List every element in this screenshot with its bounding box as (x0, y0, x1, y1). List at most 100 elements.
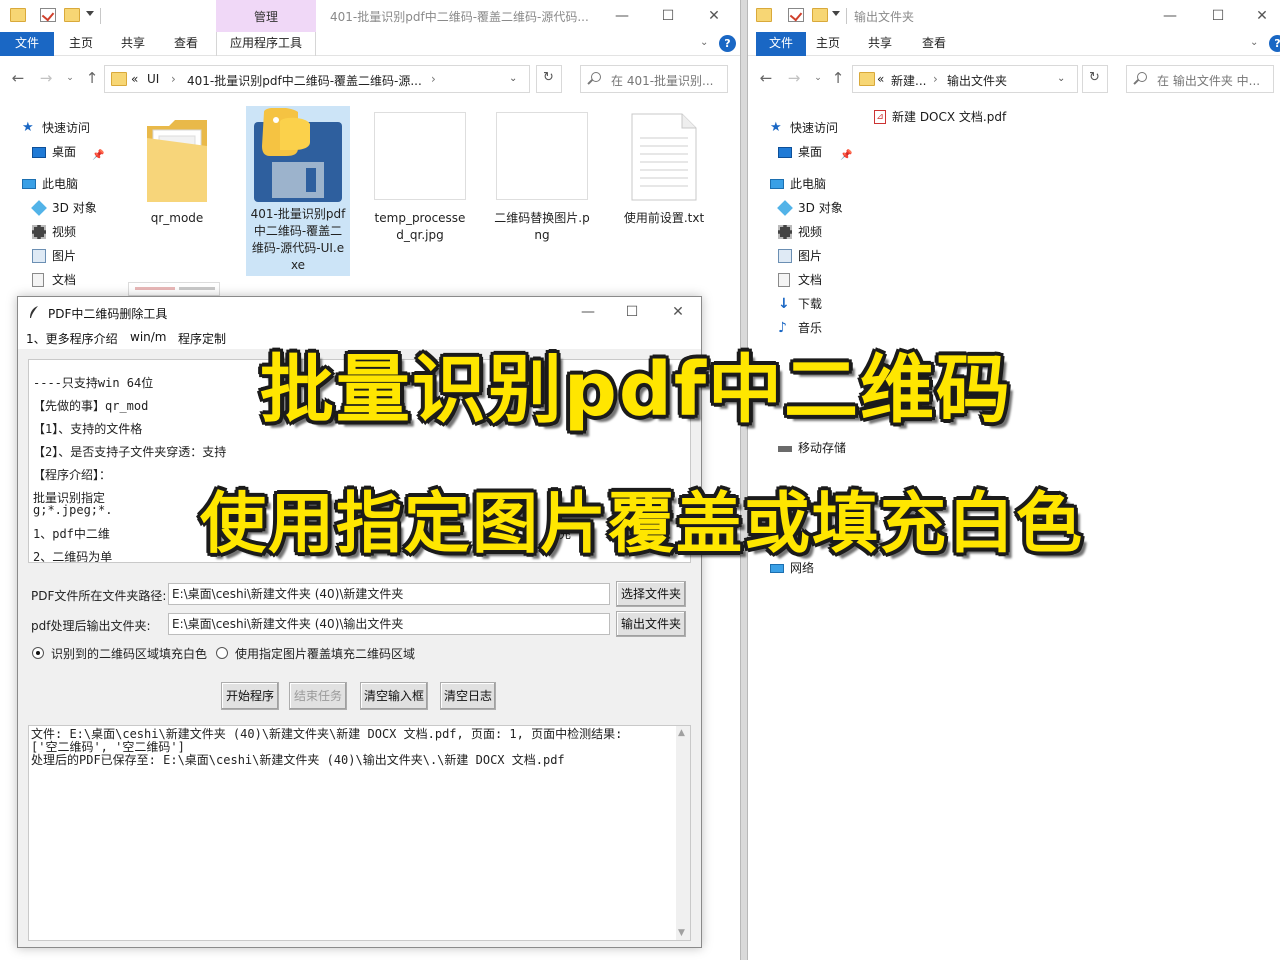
maximize-button[interactable]: ☐ (1208, 6, 1228, 26)
pin-icon[interactable]: 📌 (92, 146, 104, 166)
feather-icon (30, 306, 38, 318)
star-icon: ★ (770, 120, 782, 135)
breadcrumb-ui[interactable]: UI (147, 72, 159, 86)
tab-view[interactable]: 查看 (163, 32, 209, 56)
minimize-button[interactable]: — (578, 302, 598, 322)
scroll-down-icon[interactable]: ▼ (678, 928, 685, 938)
minimize-button[interactable]: — (612, 6, 632, 26)
close-button[interactable]: ✕ (668, 302, 688, 322)
file-item-temp-jpg[interactable]: temp_processed_qr.jpg (368, 110, 472, 242)
file-thumbnail (128, 282, 220, 296)
divider (846, 8, 847, 24)
tab-home[interactable]: 主页 (58, 32, 104, 56)
image-file-icon (496, 112, 588, 200)
properties-icon[interactable] (40, 8, 56, 22)
properties-icon[interactable] (788, 8, 804, 22)
up-icon[interactable]: ↑ (84, 69, 100, 87)
log-scrollbar[interactable]: ▲ ▼ (676, 726, 690, 940)
film-icon (778, 225, 792, 239)
refresh-button[interactable]: ↻ (1082, 65, 1108, 93)
pdf-folder-label: PDF文件所在文件夹路径: (31, 589, 167, 603)
refresh-icon: ↻ (1089, 70, 1100, 85)
scroll-up-icon[interactable]: ▲ (678, 728, 685, 738)
recent-chevron-icon[interactable]: ⌄ (810, 73, 826, 83)
back-icon[interactable]: ← (10, 69, 26, 87)
up-icon[interactable]: ↑ (830, 69, 846, 87)
breadcrumb-separator-icon: › (933, 72, 938, 86)
search-input[interactable]: 在 输出文件夹 中... (1126, 65, 1274, 93)
help-icon[interactable]: ? (719, 35, 736, 52)
radio-fill-white-label[interactable]: 识别到的二维码区域填充白色 (51, 645, 207, 662)
computer-icon (22, 179, 36, 189)
clear-input-button[interactable]: 清空输入框 (360, 682, 428, 710)
tab-manage[interactable]: 管理 (216, 0, 316, 32)
tool-title-bar: PDF中二维码删除工具 — ☐ ✕ (18, 297, 701, 327)
maximize-button[interactable]: ☐ (622, 302, 642, 322)
radio-fill-white[interactable] (32, 647, 44, 659)
ribbon: 文件 主页 共享 查看 应用程序工具 ⌄ ? (0, 32, 740, 56)
minimize-button[interactable]: — (1160, 6, 1180, 26)
new-folder-icon[interactable] (812, 8, 828, 22)
divider (100, 8, 101, 24)
log-output[interactable]: 文件: E:\桌面\ceshi\新建文件夹 (40)\新建文件夹\新建 DOCX… (28, 725, 691, 941)
cube-icon (777, 200, 793, 216)
file-item-exe[interactable]: 401-批量识别pdf中二维码-覆盖二维码-源代码-UI.exe (246, 106, 350, 276)
recent-chevron-icon[interactable]: ⌄ (62, 73, 78, 83)
address-dropdown-icon[interactable]: ⌄ (509, 73, 517, 84)
picture-icon (32, 249, 46, 263)
close-button[interactable]: ✕ (704, 6, 724, 26)
chevron-down-icon[interactable] (86, 11, 94, 16)
folder-icon (756, 8, 772, 22)
breadcrumb-parent[interactable]: 新建... (891, 72, 926, 89)
breadcrumb-current[interactable]: 401-批量识别pdf中二维码-覆盖二维码-源... (187, 72, 422, 89)
address-dropdown-icon[interactable]: ⌄ (1057, 73, 1065, 84)
radio-use-image[interactable] (216, 647, 228, 659)
forward-icon[interactable]: → (38, 69, 54, 87)
radio-use-image-label[interactable]: 使用指定图片覆盖填充二维码区域 (235, 645, 415, 662)
chevron-down-icon[interactable] (832, 11, 840, 16)
stop-button[interactable]: 结束任务 (289, 682, 347, 710)
tab-share[interactable]: 共享 (110, 32, 156, 56)
file-item-replace-png[interactable]: 二维码替换图片.png (490, 110, 594, 242)
download-icon: ↓ (778, 296, 790, 312)
address-bar[interactable]: « UI › 401-批量识别pdf中二维码-覆盖二维码-源... › ⌄ (104, 65, 530, 93)
drive-icon (778, 446, 792, 452)
cube-icon (31, 200, 47, 216)
folder-icon (859, 72, 875, 86)
address-bar[interactable]: « 新建... › 输出文件夹 ⌄ (852, 65, 1078, 93)
window-title: 401-批量识别pdf中二维码-覆盖二维码-源代码... (330, 10, 589, 24)
file-item-qr-mode[interactable]: qr_mode (125, 110, 229, 240)
search-input[interactable]: 在 401-批量识别... (580, 65, 728, 93)
clear-log-button[interactable]: 清空日志 (440, 682, 496, 710)
search-icon (591, 72, 601, 82)
output-folder-button[interactable]: 输出文件夹 (616, 611, 686, 637)
forward-icon[interactable]: → (786, 69, 802, 87)
tab-file[interactable]: 文件 (756, 32, 806, 56)
close-button[interactable]: ✕ (1252, 6, 1272, 26)
tab-view[interactable]: 查看 (912, 32, 956, 56)
breadcrumb-current[interactable]: 输出文件夹 (947, 72, 1007, 89)
maximize-button[interactable]: ☐ (658, 6, 678, 26)
tab-share[interactable]: 共享 (858, 32, 902, 56)
back-icon[interactable]: ← (758, 69, 774, 87)
tool-title: PDF中二维码删除工具 (48, 307, 168, 321)
tab-application-tools[interactable]: 应用程序工具 (216, 32, 316, 56)
file-item-settings-txt[interactable]: 使用前设置.txt (612, 110, 716, 240)
expand-ribbon-icon[interactable]: ⌄ (700, 37, 708, 48)
breadcrumb-separator-icon: › (431, 72, 436, 86)
document-icon (778, 273, 790, 287)
expand-ribbon-icon[interactable]: ⌄ (1250, 37, 1258, 48)
refresh-button[interactable]: ↻ (536, 65, 562, 93)
tab-home[interactable]: 主页 (806, 32, 850, 56)
pin-icon[interactable]: 📌 (840, 146, 852, 166)
help-icon[interactable]: ? (1269, 35, 1280, 52)
desktop-icon (778, 147, 792, 158)
output-folder-input[interactable]: E:\桌面\ceshi\新建文件夹 (40)\输出文件夹 (168, 613, 610, 635)
pdf-folder-input[interactable]: E:\桌面\ceshi\新建文件夹 (40)\新建文件夹 (168, 583, 610, 605)
film-icon (32, 225, 46, 239)
select-folder-button[interactable]: 选择文件夹 (616, 581, 686, 607)
tab-file[interactable]: 文件 (0, 32, 54, 56)
start-button[interactable]: 开始程序 (221, 682, 279, 710)
new-folder-icon[interactable] (64, 8, 80, 22)
python-exe-icon (254, 108, 342, 202)
